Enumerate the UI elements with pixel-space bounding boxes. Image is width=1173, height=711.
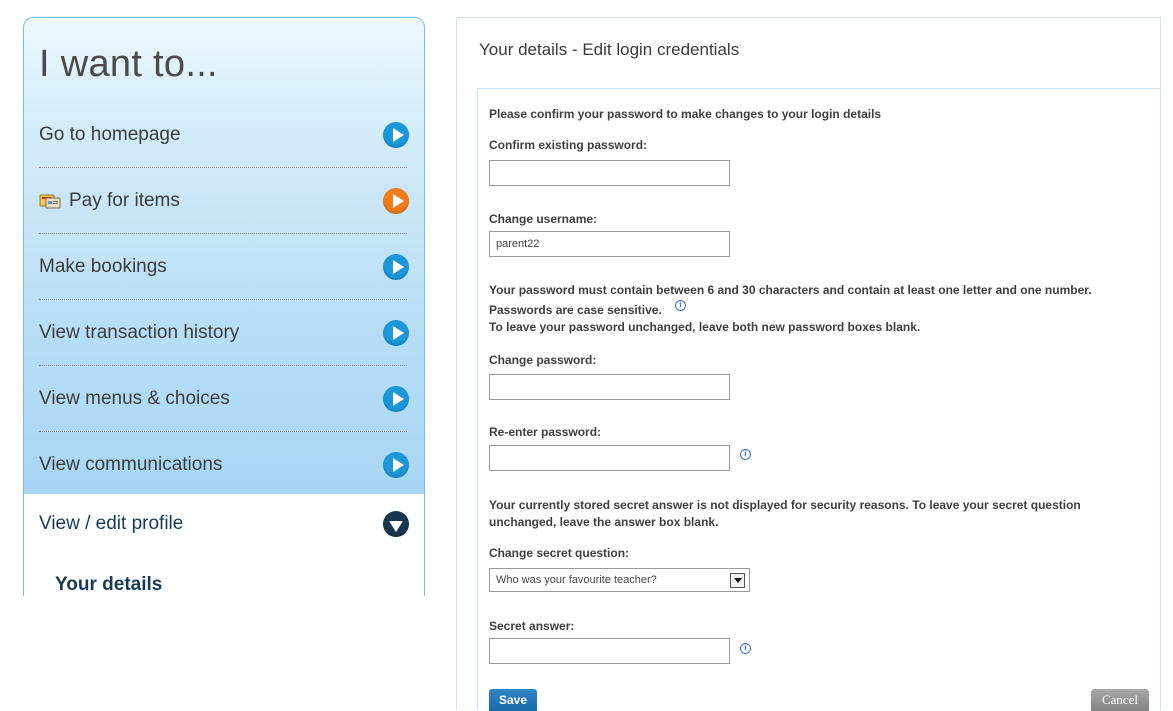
- password-case-label: Passwords are case sensitive.: [489, 303, 662, 317]
- arrow-down-icon[interactable]: [383, 511, 409, 537]
- info-icon[interactable]: i: [675, 300, 686, 311]
- menu-item-make-bookings[interactable]: Make bookings: [39, 234, 409, 300]
- password-rule-text: Your password must contain between 6 and…: [489, 283, 1092, 297]
- arrow-right-icon[interactable]: [383, 451, 409, 478]
- profile-section: View / edit profile Your details: [24, 494, 424, 596]
- reenter-password-input[interactable]: [489, 445, 730, 471]
- chevron-down-icon[interactable]: [730, 572, 745, 588]
- menu-item-label: View transaction history: [39, 321, 240, 343]
- menu-item-label: View / edit profile: [39, 513, 184, 534]
- username-label: Change username:: [489, 212, 598, 226]
- menu-list: Go to homepage Pay for items Make bookin…: [39, 102, 409, 498]
- reenter-password-label: Re-enter password:: [489, 425, 602, 439]
- menu-title: I want to...: [39, 43, 218, 85]
- menu-item-homepage[interactable]: Go to homepage: [39, 102, 409, 168]
- password-unchanged-text: To leave your password unchanged, leave …: [489, 320, 921, 334]
- menu-item-label: View communications: [39, 453, 223, 475]
- username-input[interactable]: [489, 231, 730, 257]
- menu-item-communications[interactable]: View communications: [39, 432, 409, 498]
- menu-item-menus-choices[interactable]: View menus & choices: [39, 366, 409, 432]
- menu-item-pay-for-items[interactable]: Pay for items: [39, 168, 409, 234]
- info-icon[interactable]: i: [740, 449, 751, 460]
- secret-question-select[interactable]: Who was your favourite teacher?: [489, 568, 750, 592]
- password-case-text: Passwords are case sensitive.: [489, 302, 662, 319]
- secret-question-value: Who was your favourite teacher?: [496, 574, 657, 586]
- submenu-item-your-details[interactable]: Your details: [55, 574, 162, 596]
- secret-answer-note-cont: unchanged, leave the answer box blank.: [489, 515, 719, 529]
- arrow-right-icon[interactable]: [383, 319, 409, 346]
- save-button[interactable]: Save: [489, 689, 537, 711]
- confirm-password-input[interactable]: [489, 160, 730, 186]
- menu-item-view-edit-profile[interactable]: View / edit profile: [39, 494, 409, 554]
- arrow-right-icon[interactable]: [383, 385, 409, 412]
- menu-item-label: Go to homepage: [39, 123, 181, 145]
- cancel-button[interactable]: Cancel: [1091, 689, 1149, 711]
- arrow-right-icon[interactable]: [383, 187, 409, 214]
- secret-question-label: Change secret question:: [489, 546, 630, 560]
- arrow-right-icon[interactable]: [383, 121, 409, 148]
- page-title: Your details - Edit login credentials: [479, 40, 740, 59]
- menu-item-label: Pay for items: [69, 189, 180, 211]
- menu-item-label: Make bookings: [39, 255, 167, 277]
- change-password-label: Change password:: [489, 353, 597, 367]
- i-want-to-panel: I want to... Go to homepage Pay for item…: [23, 17, 425, 596]
- info-icon[interactable]: i: [740, 643, 751, 654]
- secret-answer-label: Secret answer:: [489, 619, 575, 633]
- menu-item-transaction-history[interactable]: View transaction history: [39, 300, 409, 366]
- change-password-input[interactable]: [489, 374, 730, 400]
- confirm-password-label: Confirm existing password:: [489, 138, 648, 152]
- secret-answer-note: Your currently stored secret answer is n…: [489, 498, 1081, 512]
- arrow-right-icon[interactable]: [383, 253, 409, 280]
- menu-item-label: View menus & choices: [39, 387, 230, 409]
- form-intro-text: Please confirm your password to make cha…: [489, 107, 882, 121]
- secret-answer-input[interactable]: [489, 638, 730, 664]
- payment-card-icon: [39, 193, 61, 209]
